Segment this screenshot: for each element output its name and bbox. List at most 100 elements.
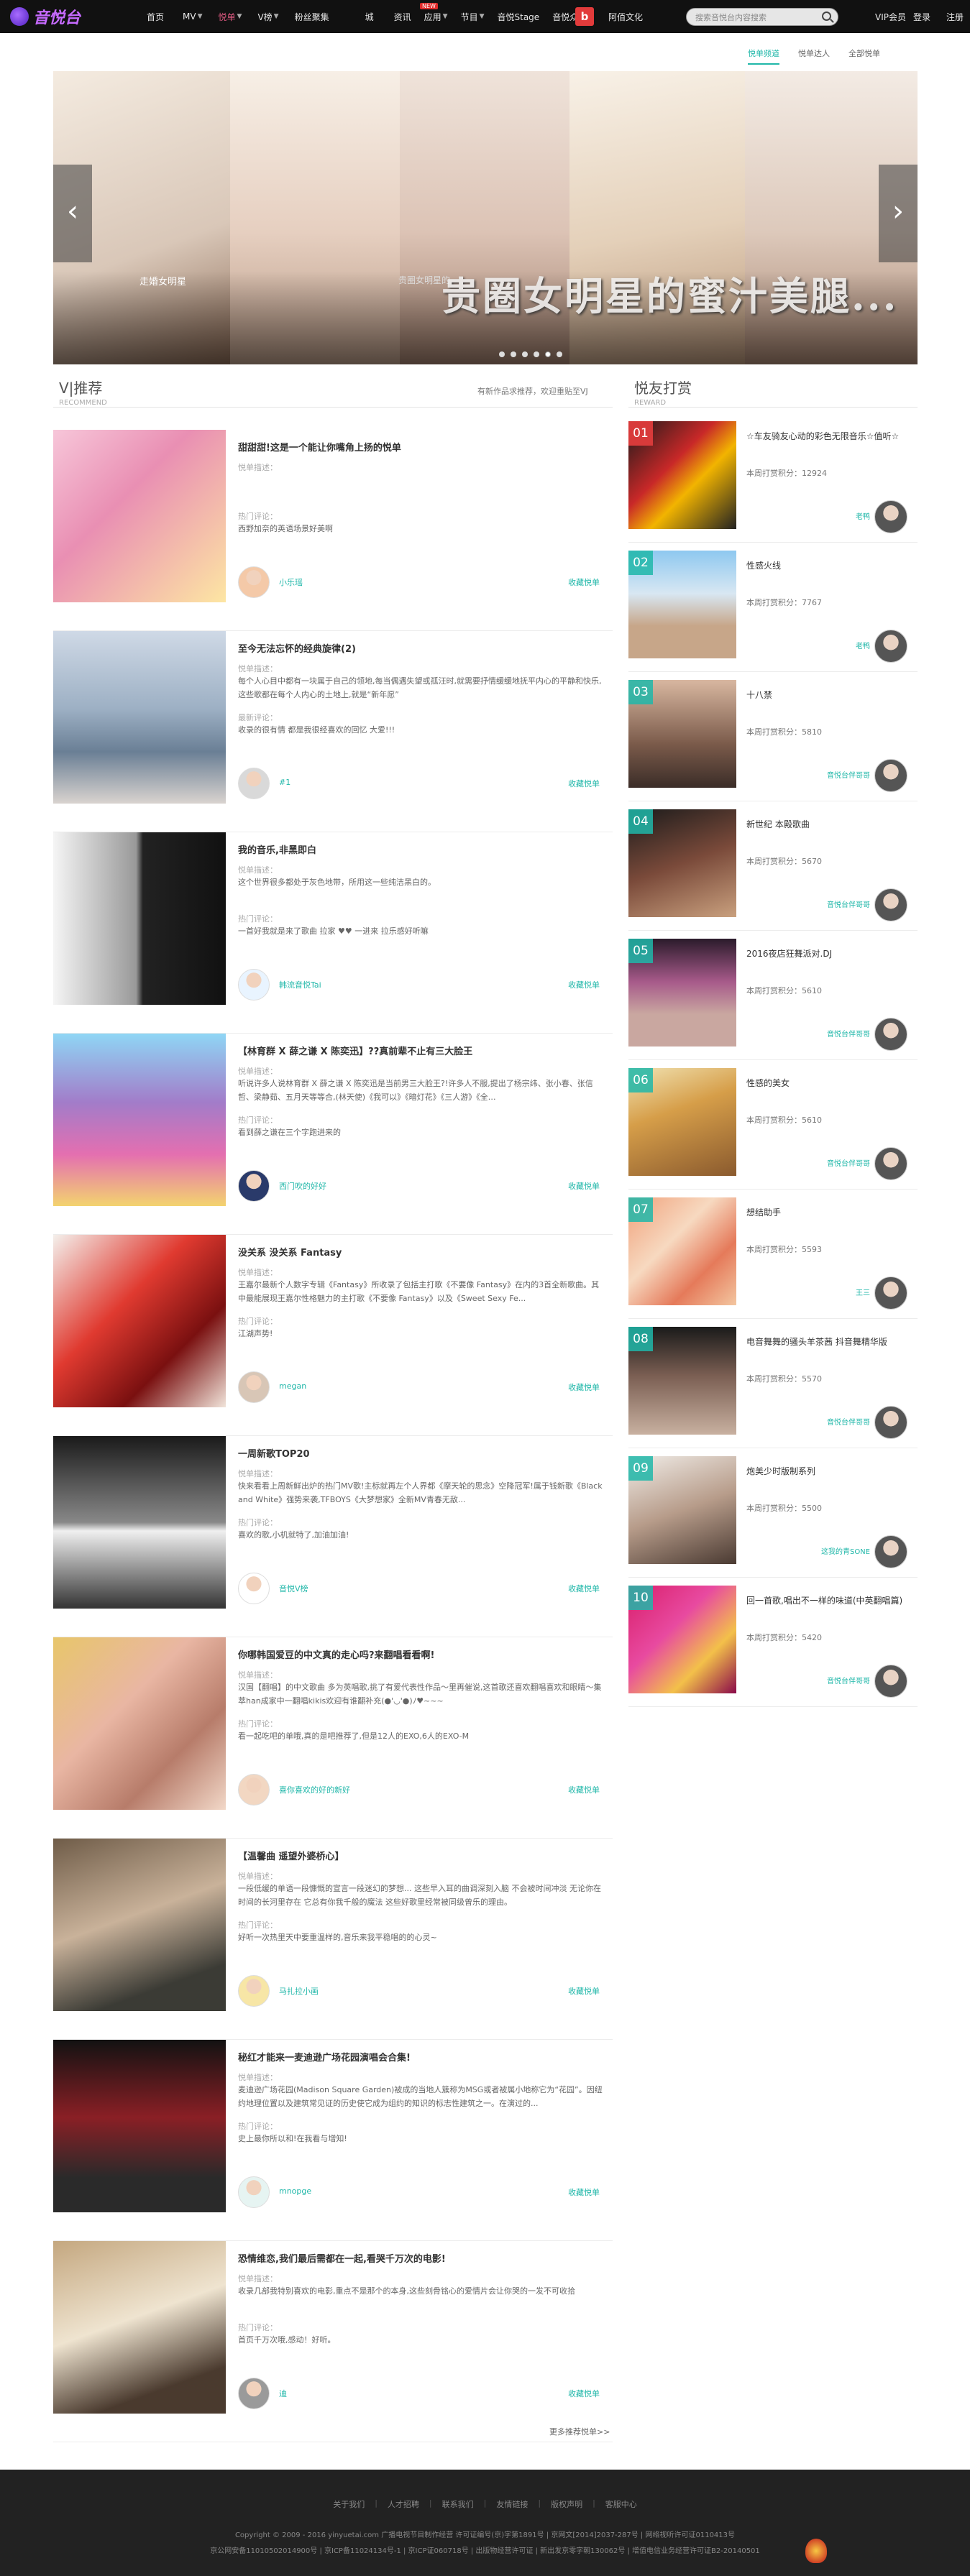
avatar[interactable]	[874, 888, 907, 921]
carousel-dot[interactable]	[511, 351, 516, 357]
vip-link[interactable]: VIP会员	[875, 11, 906, 23]
footer-link-about[interactable]: 关于我们	[333, 2498, 365, 2510]
ranking-playlist-name[interactable]: 性感的美女	[746, 1077, 906, 1090]
favorite-playlist-button[interactable]: 收藏悦单	[568, 2186, 600, 2198]
tab-playlist-experts[interactable]: 悦单达人	[798, 47, 830, 65]
avatar[interactable]	[874, 1147, 907, 1180]
playlist-card[interactable]: 秘红才能来一麦迪逊广场花园演唱会合集! 悦单描述： 麦迪逊广场花园(Madison …	[53, 2040, 613, 2241]
playlist-title[interactable]: 恐情维恋,我们最后需都在一起,看哭千万次的电影!	[238, 2251, 446, 2265]
playlist-author[interactable]: 音悦V榜	[279, 1583, 308, 1594]
carousel-dot-active[interactable]	[545, 351, 551, 357]
ranking-item[interactable]: 02 性感火线 本周打赏积分：7767 老鸭	[628, 551, 918, 680]
ranking-user[interactable]: 王三	[856, 1287, 870, 1297]
favorite-playlist-button[interactable]: 收藏悦单	[568, 778, 600, 789]
avatar[interactable]	[238, 768, 270, 799]
nav-vchart[interactable]: V榜	[257, 11, 272, 23]
avatar[interactable]	[238, 1371, 270, 1403]
search-input[interactable]: 搜索音悦台内容搜索	[695, 12, 767, 23]
playlist-author[interactable]: 西门吹的好好	[279, 1180, 326, 1192]
ranking-playlist-name[interactable]: 想结助手	[746, 1206, 906, 1220]
nav-apps[interactable]: 应用	[424, 11, 441, 23]
ranking-playlist-name[interactable]: 新世纪 本殿歌曲	[746, 818, 906, 832]
playlist-cover[interactable]	[53, 832, 226, 1005]
favorite-playlist-button[interactable]: 收藏悦单	[568, 576, 600, 588]
more-playlists-link[interactable]: 更多推荐悦单>>	[549, 2426, 610, 2437]
playlist-cover[interactable]	[53, 2040, 226, 2212]
playlist-cover[interactable]	[53, 1637, 226, 1810]
tab-all-playlists[interactable]: 全部悦单	[848, 47, 880, 65]
playlist-author[interactable]: megan	[279, 1381, 306, 1391]
carousel-prev-button[interactable]: ‹	[53, 165, 92, 262]
favorite-playlist-button[interactable]: 收藏悦单	[568, 1583, 600, 1594]
playlist-cover[interactable]	[53, 1235, 226, 1407]
ranking-item[interactable]: 08 电音舞舞的骚头羊茶茜 抖音舞精华版 本周打赏积分：5570 音悦台伴哥哥	[628, 1327, 918, 1456]
login-link[interactable]: 登录	[913, 11, 930, 23]
ranking-playlist-name[interactable]: 回一首歌,唱出不一样的味道(中英翻唱篇)	[746, 1594, 906, 1608]
ranking-item[interactable]: 03 十八禁 本周打赏积分：5810 音悦台伴哥哥	[628, 680, 918, 809]
carousel-dot[interactable]	[522, 351, 528, 357]
ranking-playlist-name[interactable]: 电音舞舞的骚头羊茶茜 抖音舞精华版	[746, 1335, 906, 1349]
ranking-item[interactable]: 04 新世纪 本殿歌曲 本周打赏积分：5670 音悦台伴哥哥	[628, 809, 918, 939]
footer-link-copyright[interactable]: 版权声明	[551, 2498, 582, 2510]
footer-link-contact[interactable]: 联系我们	[442, 2498, 474, 2510]
tab-playlist-channel[interactable]: 悦单频道	[748, 47, 779, 65]
police-badge-icon[interactable]	[805, 2539, 827, 2563]
playlist-title[interactable]: 【林育群 X 薛之谦 X 陈奕迅】??真前辈不止有三大脸王	[238, 1044, 472, 1057]
ranking-user[interactable]: 这我的青SONE	[821, 1545, 870, 1556]
avatar[interactable]	[874, 1018, 907, 1051]
ranking-playlist-name[interactable]: 炮美少时版制系列	[746, 1465, 906, 1478]
ranking-item[interactable]: 06 性感的美女 本周打赏积分：5610 音悦台伴哥哥	[628, 1068, 918, 1197]
favorite-playlist-button[interactable]: 收藏悦单	[568, 979, 600, 990]
playlist-title[interactable]: 你哪韩国爱豆的中文真的走心吗?来翻唱看看啊!	[238, 1647, 434, 1661]
playlist-title[interactable]: 【温馨曲 遥望外婆桥心】	[238, 1849, 344, 1862]
avatar[interactable]	[874, 759, 907, 792]
nav-mv[interactable]: MV	[183, 12, 196, 22]
playlist-author[interactable]: mnopge	[279, 2186, 311, 2196]
ranking-playlist-name[interactable]: 性感火线	[746, 559, 906, 573]
ranking-user[interactable]: 老鸭	[856, 510, 870, 521]
footer-link-jobs[interactable]: 人才招聘	[388, 2498, 419, 2510]
ranking-user[interactable]: 老鸭	[856, 640, 870, 650]
avatar[interactable]	[874, 1665, 907, 1698]
playlist-card[interactable]: 你哪韩国爱豆的中文真的走心吗?来翻唱看看啊! 悦单描述： 汉国【翻唱】的中文歌曲 多…	[53, 1637, 613, 1839]
ranking-user[interactable]: 音悦台伴哥哥	[827, 1157, 870, 1168]
ranking-item[interactable]: 01 ☆车友骑友心动的彩色无限音乐☆值听☆ 本周打赏积分：12924 老鸭	[628, 421, 918, 551]
nav-home[interactable]: 首页	[147, 11, 164, 23]
ranking-user[interactable]: 音悦台伴哥哥	[827, 898, 870, 909]
carousel-dot[interactable]	[534, 351, 539, 357]
favorite-playlist-button[interactable]: 收藏悦单	[568, 1381, 600, 1393]
avatar[interactable]	[874, 1535, 907, 1568]
avatar[interactable]	[238, 2176, 270, 2208]
playlist-cover[interactable]	[53, 430, 226, 602]
playlist-title[interactable]: 我的音乐,非黑即白	[238, 842, 316, 856]
playlist-cover[interactable]	[53, 1034, 226, 1206]
playlist-card[interactable]: 我的音乐,非黑即白 悦单描述： 这个世界很多都处于灰色地带，所用这一些纯洁黑白的。热…	[53, 832, 613, 1034]
playlist-title[interactable]: 秘红才能来一麦迪逊广场花园演唱会合集!	[238, 2050, 411, 2064]
playlist-card[interactable]: 没关系 没关系 Fantasy 悦单描述： 王嘉尔最新个人数字专辑《Fantasy》…	[53, 1235, 613, 1436]
partner-link[interactable]: 阿佰文化	[608, 11, 643, 23]
bbox-logo-icon[interactable]: b	[575, 7, 594, 26]
nav-mall[interactable]: 城	[365, 11, 374, 23]
ranking-playlist-name[interactable]: 2016夜店狂舞派对.DJ	[746, 947, 906, 961]
playlist-author[interactable]: 喜你喜欢的好的新好	[279, 1784, 350, 1795]
playlist-card[interactable]: 【林育群 X 薛之谦 X 陈奕迅】??真前辈不止有三大脸王 悦单描述： 听说许多人说…	[53, 1034, 613, 1235]
avatar[interactable]	[874, 1276, 907, 1310]
playlist-cover[interactable]	[53, 631, 226, 804]
playlist-author[interactable]: 小乐瑶	[279, 576, 303, 588]
playlist-title[interactable]: 甜甜甜!这是一个能让你嘴角上扬的悦单	[238, 440, 401, 454]
avatar[interactable]	[238, 969, 270, 1000]
avatar[interactable]	[238, 1774, 270, 1806]
playlist-title[interactable]: 一周新歌TOP20	[238, 1446, 310, 1460]
avatar[interactable]	[874, 630, 907, 663]
favorite-playlist-button[interactable]: 收藏悦单	[568, 2388, 600, 2399]
playlist-cover[interactable]	[53, 1436, 226, 1609]
playlist-card[interactable]: 甜甜甜!这是一个能让你嘴角上扬的悦单 悦单描述： 热门评论： 西野加奈的英语场景好美啊…	[53, 430, 613, 631]
footer-link-service[interactable]: 客服中心	[605, 2498, 637, 2510]
playlist-cover[interactable]	[53, 2241, 226, 2414]
avatar[interactable]	[238, 2378, 270, 2409]
nav-news[interactable]: 资讯	[394, 11, 411, 23]
ranking-user[interactable]: 音悦台伴哥哥	[827, 769, 870, 780]
playlist-author[interactable]: 迪	[279, 2388, 287, 2399]
register-link[interactable]: 注册	[946, 11, 964, 23]
avatar[interactable]	[238, 1975, 270, 2007]
